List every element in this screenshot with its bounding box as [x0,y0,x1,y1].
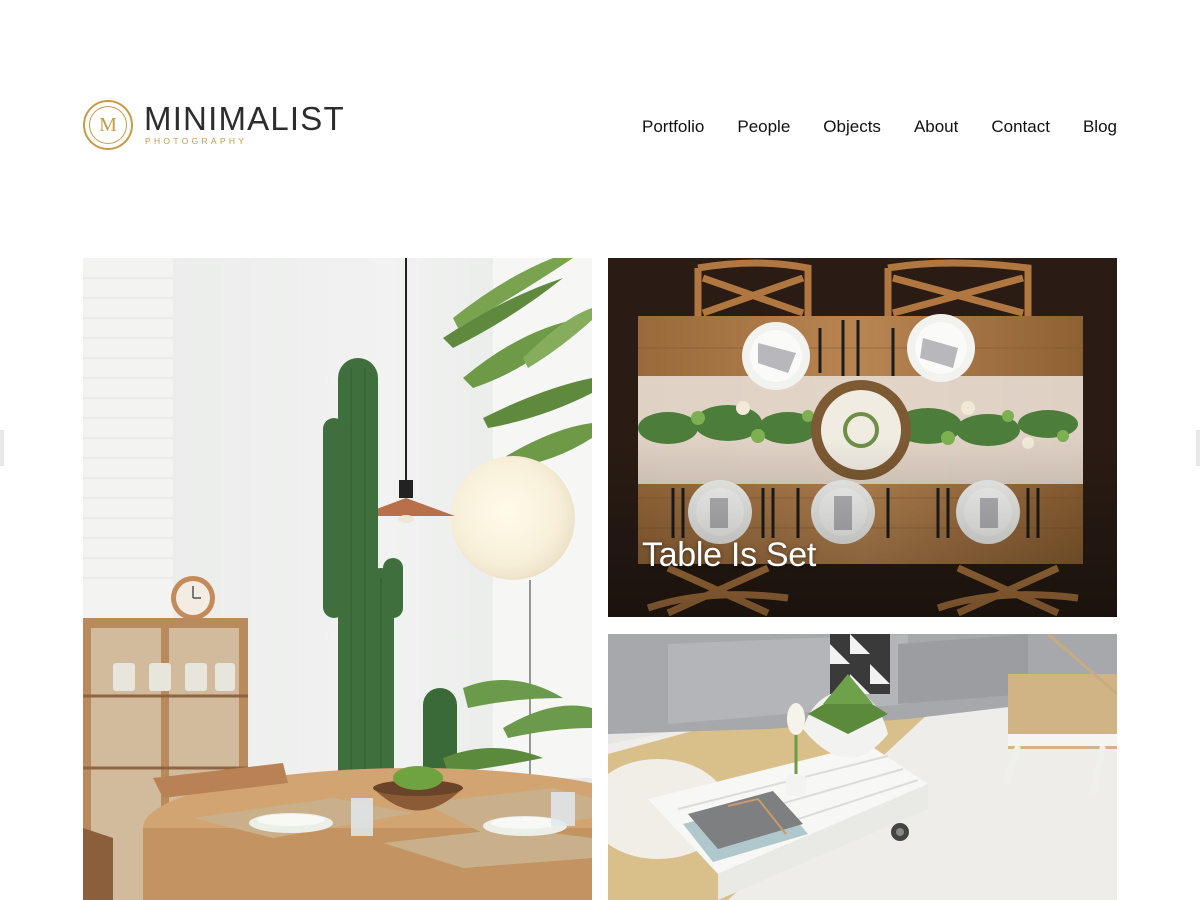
left-edge-marker [0,430,4,466]
gallery-tile-dining-room[interactable] [83,258,592,900]
nav-item-about[interactable]: About [914,116,958,138]
nav-item-objects[interactable]: Objects [823,116,881,138]
nav-item-contact[interactable]: Contact [991,116,1050,138]
gallery-tile-living-room[interactable] [608,634,1117,900]
living-room-image [608,634,1117,900]
site-subtitle: PHOTOGRAPHY [145,136,248,146]
logo-text: MINIMALIST PHOTOGRAPHY [144,100,345,146]
right-edge-marker [1196,430,1200,466]
nav-item-blog[interactable]: Blog [1083,116,1117,138]
dining-room-image [83,258,592,900]
main-navigation: Portfolio People Objects About Contact B… [642,116,1117,138]
site-logo[interactable]: M MINIMALIST PHOTOGRAPHY [83,100,345,150]
site-title: MINIMALIST [144,100,345,137]
tile-caption: Table Is Set [642,536,817,574]
logo-monogram-letter: M [99,113,117,136]
nav-item-portfolio[interactable]: Portfolio [642,116,704,138]
nav-item-people[interactable]: People [737,116,790,138]
gallery-tile-table-is-set[interactable]: Table Is Set [608,258,1117,617]
logo-monogram-icon: M [83,100,133,150]
